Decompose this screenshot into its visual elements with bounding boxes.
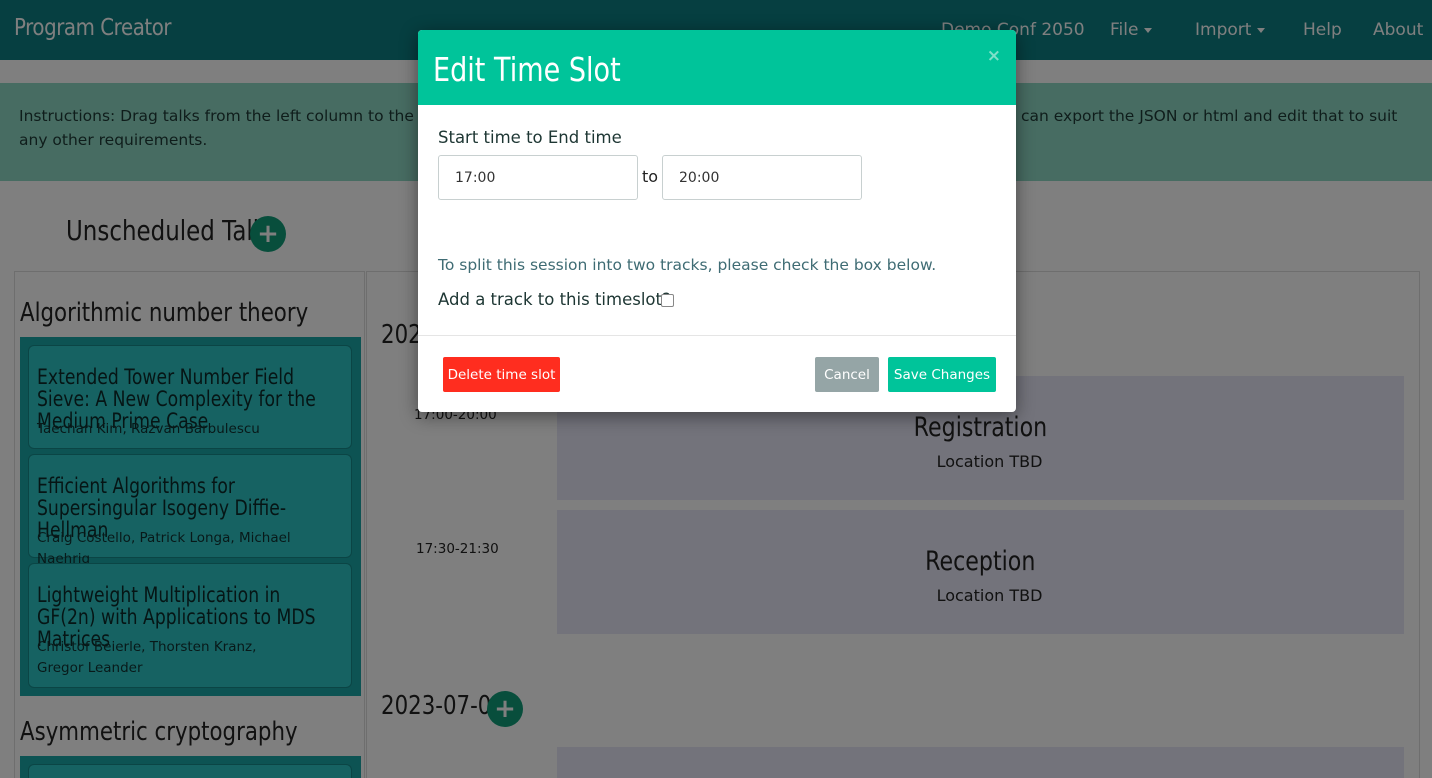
split-help-text: To split this session into two tracks, p… [438, 256, 937, 274]
cancel-button[interactable]: Cancel [815, 357, 879, 392]
add-track-label: Add a track to this timeslot? [438, 290, 671, 309]
delete-time-slot-button[interactable]: Delete time slot [443, 357, 560, 392]
end-time-input[interactable] [662, 155, 862, 200]
close-icon[interactable]: × [987, 46, 1001, 66]
to-label: to [642, 167, 659, 186]
start-time-input[interactable] [438, 155, 638, 200]
edit-time-slot-modal: Edit Time Slot × Start time to End time … [418, 30, 1016, 412]
save-changes-button[interactable]: Save Changes [888, 357, 996, 392]
modal-title: Edit Time Slot [433, 50, 621, 89]
modal-header: Edit Time Slot × [418, 30, 1016, 105]
add-track-checkbox[interactable] [661, 294, 674, 307]
modal-footer: Delete time slot Cancel Save Changes [418, 335, 1016, 412]
time-range-label: Start time to End time [438, 128, 622, 147]
